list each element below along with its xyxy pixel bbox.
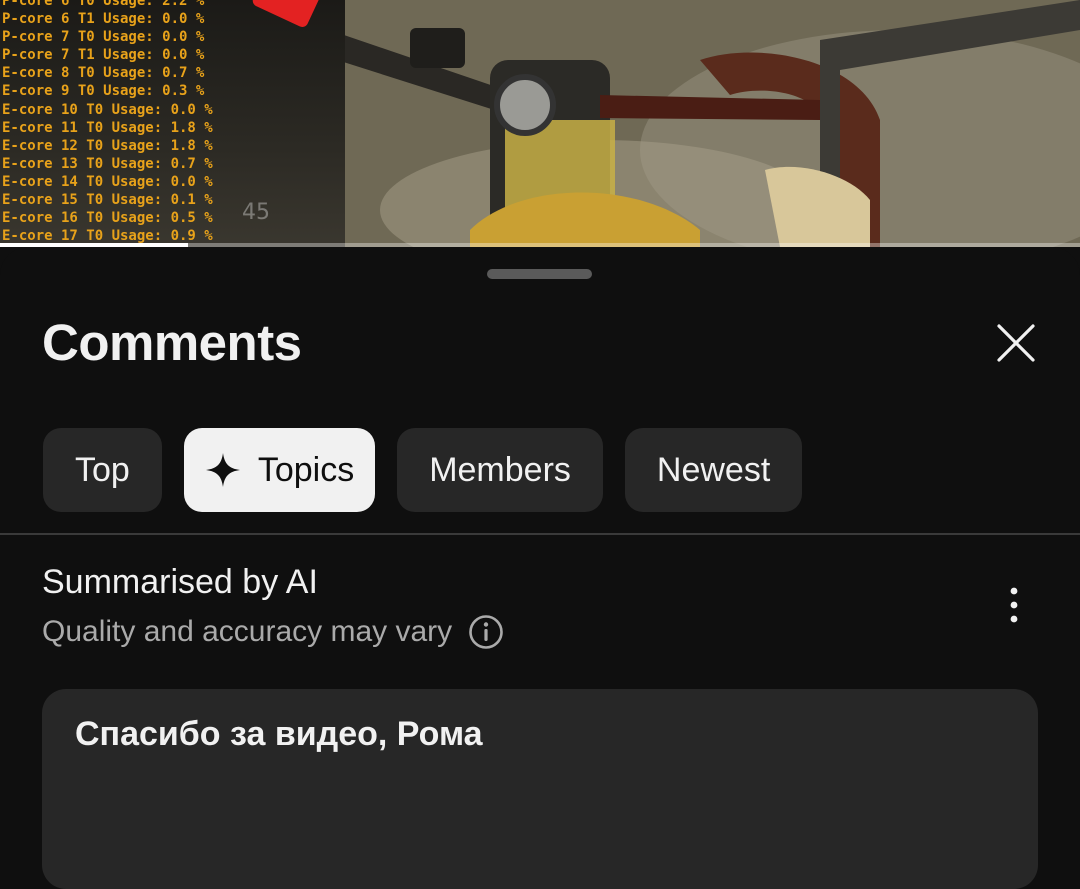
cpu-usage-line: E-core 10 T0 Usage: 0.0 % <box>2 101 213 118</box>
drag-handle[interactable] <box>487 269 592 279</box>
cpu-usage-line: P-core 6 T1 Usage: 0.0 % <box>2 11 205 28</box>
info-icon[interactable] <box>468 614 504 650</box>
cpu-usage-line: E-core 12 T0 Usage: 1.8 % <box>2 137 213 154</box>
ai-summary-disclaimer: Quality and accuracy may vary <box>42 614 504 650</box>
cpu-usage-line: E-core 16 T0 Usage: 0.5 % <box>2 210 213 227</box>
cpu-usage-line: E-core 14 T0 Usage: 0.0 % <box>2 173 213 190</box>
tab-label: Newest <box>656 450 771 489</box>
cpu-usage-line: P-core 7 T1 Usage: 0.0 % <box>2 47 205 64</box>
close-button[interactable] <box>990 317 1042 369</box>
cpu-usage-line: E-core 11 T0 Usage: 1.8 % <box>2 119 213 136</box>
cpu-usage-line: E-core 9 T0 Usage: 0.3 % <box>2 83 205 100</box>
tab-members[interactable]: Members <box>397 428 603 512</box>
tab-label: Members <box>429 450 571 489</box>
more-vertical-icon <box>1010 587 1018 623</box>
tab-label: Top <box>75 450 130 489</box>
disclaimer-text: Quality and accuracy may vary <box>42 615 453 648</box>
topic-title: Спасибо за видео, Рома <box>75 715 483 753</box>
sparkle-icon <box>205 453 240 487</box>
topic-card[interactable]: Спасибо за видео, Рома <box>42 689 1038 889</box>
cpu-usage-line: P-core 7 T0 Usage: 0.0 % <box>2 29 205 46</box>
close-icon <box>997 324 1035 362</box>
divider <box>0 533 1080 535</box>
sheet-title: Comments <box>42 314 302 371</box>
video-player[interactable]: P-core 6 T0 Usage: 2.2 % P-core 6 T1 Usa… <box>0 0 1080 247</box>
sort-tabs: Top Topics Members Newest <box>43 428 803 512</box>
ai-summary-title: Summarised by AI <box>42 563 318 601</box>
cpu-usage-line: E-core 13 T0 Usage: 0.7 % <box>2 155 213 172</box>
cpu-usage-line: P-core 6 T0 Usage: 2.2 % <box>2 0 205 9</box>
cpu-usage-overlay: P-core 6 T0 Usage: 2.2 % P-core 6 T1 Usa… <box>2 0 213 245</box>
more-options-button[interactable] <box>996 583 1032 627</box>
tab-topics[interactable]: Topics <box>183 428 376 512</box>
cpu-usage-line: E-core 15 T0 Usage: 0.1 % <box>2 192 213 209</box>
fps-counter: 45 <box>242 200 270 225</box>
cpu-usage-line: E-core 8 T0 Usage: 0.7 % <box>2 65 205 82</box>
comments-sheet: Comments Top Topics Members Newest Summa… <box>0 247 1080 889</box>
tab-top[interactable]: Top <box>43 428 162 512</box>
tab-label: Topics <box>257 450 355 489</box>
tab-newest[interactable]: Newest <box>624 428 803 512</box>
